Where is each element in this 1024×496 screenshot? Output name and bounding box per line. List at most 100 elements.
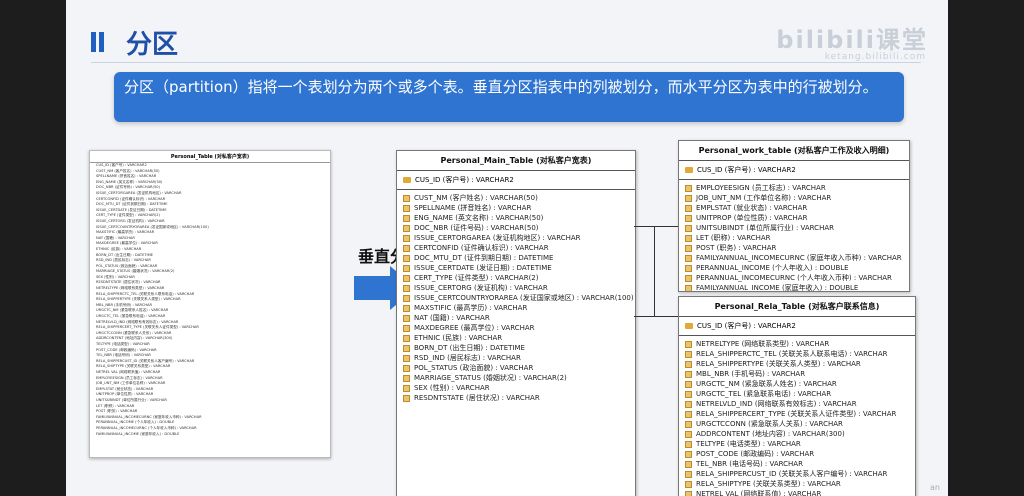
field-icon (685, 264, 692, 272)
table-row: NETRELTYPE (网络联系类型) : VARCHAR (679, 339, 915, 349)
rela-table-rows: NETRELTYPE (网络联系类型) : VARCHAR RELA_SHIPPE… (679, 336, 915, 496)
work-table-key: CUS_ID (客户号) : VARCHAR2 (679, 161, 909, 180)
field-icon (685, 274, 692, 282)
table-row: ENG_NAME (英文名称) : VARCHAR(50) (397, 213, 635, 223)
field-label: POST_CODE (邮政编码) : VARCHAR (96, 347, 157, 352)
field-label: ISSUE_CERTORG (发证机构) : VARCHAR (414, 284, 548, 292)
connector-line (634, 226, 654, 227)
source-table-thumbnail: Personal_Table (对私客户宽表) CUS_ID (客户号) : V… (89, 150, 331, 458)
table-row: NETREL VAL (网络联系值) : VARCHAR (679, 489, 915, 496)
table-row: FAMILYANNUAL_INCOME (家庭年收入) : DOUBLE (679, 283, 909, 292)
field-label: UNITSUBINDT (单位所属行业) : VARCHAR (696, 224, 834, 232)
field-label: SEX (性别) : VARCHAR (96, 274, 135, 279)
table-row: POL_STATUS (政治面貌) : VARCHAR (397, 363, 635, 373)
field-label: CERT_TYPE (证件类型) : VARCHAR(2) (96, 213, 160, 218)
slide: 分区 bilibili课堂 ketang.bilibili.com 分区（par… (66, 0, 948, 496)
field-icon (685, 480, 692, 488)
field-label: ETHNIC (民族) : VARCHAR (414, 334, 503, 342)
title-divider (91, 62, 921, 63)
field-label: TELTYPE (电话类型) : VARCHAR (96, 342, 150, 346)
key-icon (685, 323, 693, 329)
field-label: RELA_SHIPPERCTC_TEL (关联关系人联系电话) : VARCHA… (96, 291, 195, 296)
field-icon (403, 304, 410, 312)
table-row: MAXDEGREE (最高学位) : VARCHAR (397, 323, 635, 333)
field-icon (685, 430, 692, 438)
field-icon (685, 234, 692, 242)
connector-line (654, 226, 678, 227)
main-table-key: CUS_ID (客户号) : VARCHAR2 (397, 171, 635, 190)
field-label: NETRELVLD_IND (网络联系有效标志) : VARCHAR (696, 400, 857, 408)
field-label: BORN_DT (出生日期) : DATETIME (414, 344, 525, 352)
field-icon (685, 224, 692, 232)
field-label: URGCTC_NM (紧急联系人姓名) : VARCHAR (696, 380, 837, 388)
field-label: CERT_TYPE (证件类型) : VARCHAR(2) (414, 274, 539, 282)
field-label: RSD_IND (居民标志) : VARCHAR (96, 258, 151, 263)
field-label: SPELLNAME (拼音姓名) : VARCHAR (414, 204, 532, 212)
field-icon (403, 274, 410, 282)
field-label: URGCTC_TEL (紧急联系电话) : VARCHAR (96, 314, 166, 319)
table-row: RELA_SHIPTYPE (关联关系类型) : VARCHAR (679, 479, 915, 489)
field-label: NAT (国籍) : VARCHAR (96, 235, 135, 240)
field-icon (403, 294, 410, 302)
table-row: BORN_DT (出生日期) : DATETIME (397, 343, 635, 353)
field-label: RELA_SHIPPERTYPE (关联关系人类型) : VARCHAR (96, 297, 181, 302)
field-label: NETREL VAL (网络联系值) : VARCHAR (696, 490, 822, 496)
left-letterbox (0, 0, 66, 496)
field-label: ISSUE_CERTCOUNTRYORAREA (发证国家或地区) : VARC… (96, 224, 209, 229)
field-icon (685, 370, 692, 378)
field-icon (403, 324, 410, 332)
watermark-logo: bilibili课堂 (776, 26, 928, 54)
field-label: MAXDEGREE (最高学位) : VARCHAR (96, 241, 158, 246)
field-label: POST_CODE (邮政编码) : VARCHAR (696, 450, 815, 458)
field-icon (403, 244, 410, 252)
table-row: PERANNUAL_INCOMECURNC (个人年收入币种) : VARCHA… (679, 273, 909, 283)
field-label: ADDRCONTENT (地址内容) : VARCHAR(300) (696, 430, 845, 438)
field-label: FAMILYANNUAL_INCOME (家庭年收入) : DOUBLE (696, 284, 859, 292)
field-label: RSD_IND (居民标志) : VARCHAR (414, 354, 521, 362)
field-icon (403, 214, 410, 222)
table-row: ADDRCONTENT (地址内容) : VARCHAR(300) (679, 429, 915, 439)
work-table: Personal_work_table (对私客户工作及收入明细) CUS_ID… (678, 140, 910, 292)
table-row: ETHNIC (民族) : VARCHAR (397, 333, 635, 343)
field-label: ISSUE_CERTORGAREA (发证机构地区) : VARCHAR (96, 190, 182, 195)
field-label: DOC_NBR (证件号码) : VARCHAR(50) (96, 185, 160, 190)
field-label: RELA_SHIPPERCUST_ID (关联关系人客户编号) : VARCHA… (696, 470, 888, 478)
field-label: POL_STATUS (政治面貌) : VARCHAR (414, 364, 534, 372)
field-icon (685, 194, 692, 202)
field-icon (685, 184, 692, 192)
field-label: EMPLOYEESIGN (员工标志) : VARCHAR (96, 375, 163, 380)
table-row: RELA_SHIPPERCTC_TEL (关联关系人联系电话) : VARCHA… (679, 349, 915, 359)
field-label: MARRIAGE_STATUS (婚姻状况) : VARCHAR(2) (96, 269, 175, 274)
field-label: NETRELVLD_IND (网络联系有效标志) : VARCHAR (96, 319, 179, 324)
field-label: BORN_DT (出生日期) : DATETIME (96, 252, 153, 257)
field-icon (403, 344, 410, 352)
table-row: EMPLOYEESIGN (员工标志) : VARCHAR (679, 183, 909, 193)
field-icon (403, 204, 410, 212)
table-row: UNITSUBINDT (单位所属行业) : VARCHAR (679, 223, 909, 233)
field-label: POST (职务) : VARCHAR (696, 244, 777, 252)
field-label: ISSUE_CERTORGAREA (发证机构地区) : VARCHAR (414, 234, 581, 242)
table-row: UNITPROP (单位性质) : VARCHAR (679, 213, 909, 223)
field-label: LET (职称) : VARCHAR (696, 234, 771, 242)
right-letterbox (948, 0, 1024, 496)
field-label: FAMILYANNUAL_INCOME (家庭年收入) : DOUBLE (96, 431, 180, 436)
field-label: PERANNUAL_INCOMECURNC (个人年收入币种) : VARCHA… (696, 274, 892, 282)
field-icon (685, 214, 692, 222)
field-label: POST (职务) : VARCHAR (96, 409, 138, 414)
field-label: ADDRCONTENT (地址内容) : VARCHAR(300) (96, 336, 173, 341)
field-label: EMPLSTAT (就业状态) : VARCHAR (96, 386, 154, 391)
field-label: MAXSTIFIC (最高学历) : VARCHAR (414, 304, 528, 312)
field-label: CUST_NM (客户姓名) : VARCHAR(50) (96, 168, 160, 173)
field-icon (685, 460, 692, 468)
table-row: RESDNTSTATE (居住状况) : VARCHAR (397, 393, 635, 403)
field-icon (685, 490, 692, 496)
field-icon (685, 244, 692, 252)
table-row: RELA_SHIPPERCERT_TYPE (关联关系人证件类型) : VARC… (679, 409, 915, 419)
field-icon (685, 380, 692, 388)
table-row: TELTYPE (电话类型) : VARCHAR (679, 439, 915, 449)
field-label: RESDNTSTATE (居住状况) : VARCHAR (414, 394, 540, 402)
field-icon (403, 364, 410, 372)
field-label: CUS_ID (客户号) : VARCHAR2 (96, 163, 147, 167)
field-label: MBL_NBR (手机号码) : VARCHAR (96, 302, 153, 307)
field-label: RELA_SHIPPERCERT_TYPE (关联关系人证件类型) : VARC… (696, 410, 897, 418)
